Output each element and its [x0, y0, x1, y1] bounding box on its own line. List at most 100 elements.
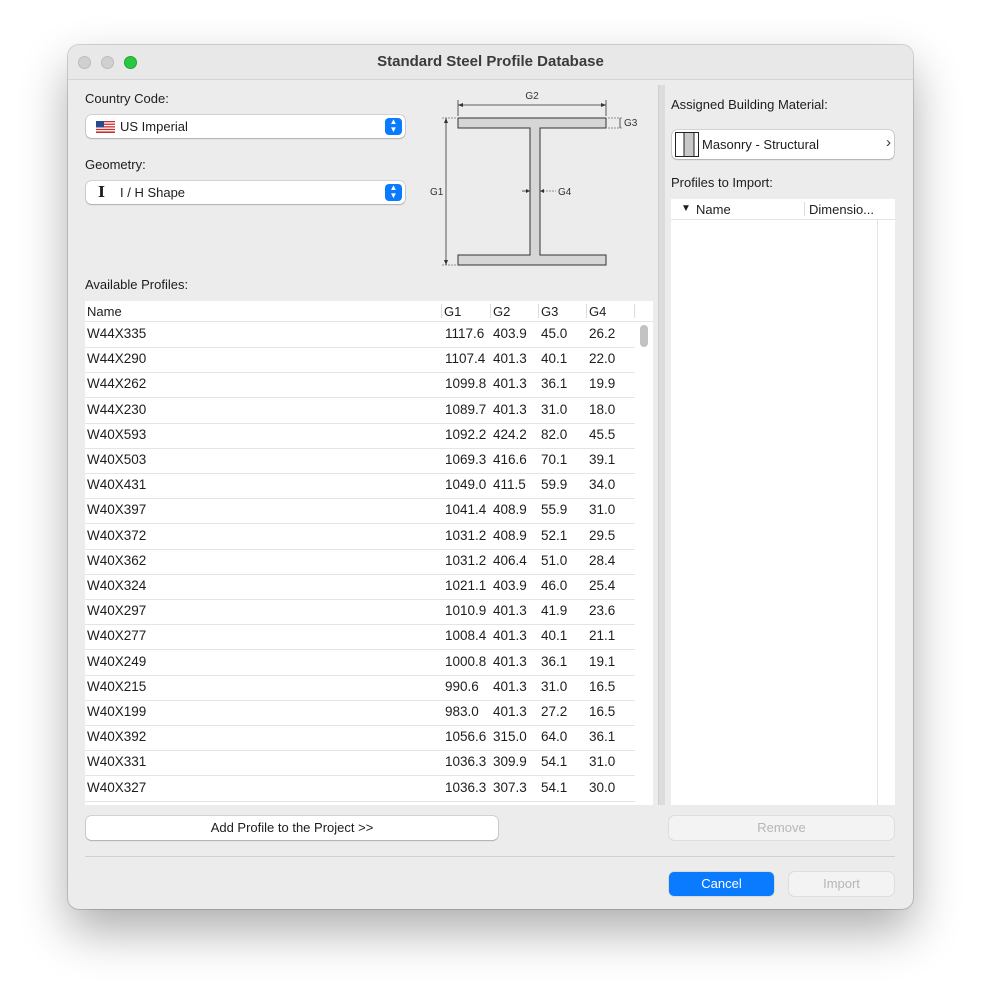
profile-name-cell: W44X262: [87, 376, 147, 392]
profile-g2-cell: 315.0: [493, 729, 527, 745]
profile-name-cell: W40X327: [87, 779, 147, 795]
column-header-g2[interactable]: G2: [493, 304, 510, 319]
profile-g3-cell: 70.1: [541, 452, 568, 467]
profile-g4-cell: 39.1: [589, 452, 616, 467]
table-row[interactable]: W40X431 1049.0 411.5 59.9 34.0: [85, 473, 635, 500]
profile-g2-cell: 401.3: [493, 603, 527, 619]
profile-name-cell: W44X335: [87, 326, 147, 341]
profile-g4-cell: 30.0: [589, 779, 616, 795]
table-row[interactable]: W40X392 1056.6 315.0 64.0 36.1: [85, 725, 635, 752]
import-table-edge: [877, 220, 878, 805]
add-profile-button[interactable]: Add Profile to the Project >>: [86, 816, 498, 840]
profile-name-cell: W40X593: [87, 426, 147, 442]
profile-g3-cell: 31.0: [541, 678, 568, 694]
profile-g4-cell: 19.9: [589, 376, 616, 392]
profile-name-cell: W40X249: [87, 653, 147, 669]
profile-g1-cell: 1107.4: [445, 351, 486, 367]
profile-g1-cell: 1056.6: [445, 729, 487, 745]
column-separator: [804, 202, 805, 216]
table-row[interactable]: W40X277 1008.4 401.3 40.1 21.1: [85, 624, 635, 651]
import-column-header-dimension[interactable]: Dimensio...: [809, 202, 874, 217]
import-column-header-name[interactable]: Name: [696, 202, 731, 217]
import-table-header: ▼ Name Dimensio...: [671, 199, 895, 220]
profile-g1-cell: 1041.4: [445, 502, 487, 518]
import-button[interactable]: Import: [789, 872, 894, 896]
column-header-g3[interactable]: G3: [541, 304, 558, 319]
geometry-popup[interactable]: I I / H Shape ▲ ▼: [86, 181, 405, 204]
building-material-picker[interactable]: Masonry - Structural ›: [672, 130, 894, 159]
country-code-value: US Imperial: [120, 119, 188, 134]
profile-g1-cell: 1117.6: [445, 326, 485, 341]
profile-g3-cell: 27.2: [541, 704, 568, 719]
table-row[interactable]: W40X324 1021.1 403.9 46.0 25.4: [85, 574, 635, 600]
profile-g2-cell: 408.9: [493, 527, 527, 543]
table-row[interactable]: W40X249 1000.8 401.3 36.1 19.1: [85, 650, 635, 676]
profile-name-cell: W40X277: [87, 628, 147, 644]
column-separator: [634, 304, 635, 318]
g1-label: G1: [430, 187, 444, 198]
profile-g1-cell: 1049.0: [445, 477, 487, 493]
profile-g4-cell: 22.0: [589, 351, 616, 367]
profile-g3-cell: 41.9: [541, 603, 568, 619]
profile-g2-cell: 401.3: [493, 401, 527, 417]
profile-g4-cell: 16.5: [589, 678, 616, 694]
profile-g1-cell: 990.6: [445, 678, 479, 694]
title-bar: Standard Steel Profile Database: [68, 45, 913, 80]
column-separator: [490, 304, 491, 318]
profile-g3-cell: 59.9: [541, 477, 568, 493]
table-scrollbar-thumb[interactable]: [640, 325, 648, 347]
material-swatch-icon: [675, 132, 699, 157]
us-flag-icon: [96, 121, 115, 133]
table-row[interactable]: W40X397 1041.4 408.9 55.9 31.0: [85, 498, 635, 525]
table-row[interactable]: W40X503 1069.3 416.6 70.1 39.1: [85, 448, 635, 474]
profile-g2-cell: 411.5: [493, 477, 526, 493]
profile-g4-cell: 34.0: [589, 477, 616, 493]
profile-g2-cell: 406.4: [493, 552, 527, 568]
profile-name-cell: W40X431: [87, 477, 147, 493]
country-code-label: Country Code:: [85, 91, 169, 106]
column-header-name[interactable]: Name: [87, 304, 122, 319]
table-row[interactable]: W40X327 1036.3 307.3 54.1 30.0: [85, 776, 635, 802]
cancel-button[interactable]: Cancel: [669, 872, 774, 896]
profile-g1-cell: 1036.3: [445, 779, 487, 795]
profile-name-cell: W40X215: [87, 678, 147, 694]
i-beam-diagram: G2 G3 G1 G4: [430, 91, 638, 266]
table-row[interactable]: W44X335 1117.6 403.9 45.0 26.2: [85, 322, 635, 348]
table-row[interactable]: W40X372 1031.2 408.9 52.1 29.5: [85, 524, 635, 550]
profile-g2-cell: 424.2: [493, 426, 527, 442]
profile-g1-cell: 1099.8: [445, 376, 487, 392]
table-row[interactable]: W40X297 1010.9 401.3 41.9 23.6: [85, 599, 635, 626]
profile-g2-cell: 401.3: [493, 653, 527, 669]
column-separator: [538, 304, 539, 318]
profile-g1-cell: 1089.7: [445, 401, 487, 417]
profile-g2-cell: 401.3: [493, 351, 527, 367]
profile-name-cell: W40X199: [87, 704, 147, 719]
pane-splitter[interactable]: [658, 85, 665, 805]
table-row[interactable]: W40X593 1092.2 424.2 82.0 45.5: [85, 423, 635, 449]
table-row[interactable]: W40X215 990.6 401.3 31.0 16.5: [85, 675, 635, 701]
profile-g2-cell: 408.9: [493, 502, 527, 518]
column-header-g1[interactable]: G1: [444, 304, 461, 319]
profile-name-cell: W40X397: [87, 502, 147, 518]
profiles-to-import-table[interactable]: ▼ Name Dimensio...: [671, 199, 895, 805]
table-row[interactable]: W40X199 983.0 401.3 27.2 16.5: [85, 700, 635, 726]
dialog-window: Standard Steel Profile Database Country …: [68, 45, 913, 909]
table-row[interactable]: W44X230 1089.7 401.3 31.0 18.0: [85, 398, 635, 424]
profile-name-cell: W44X290: [87, 351, 147, 367]
profile-g3-cell: 82.0: [541, 426, 568, 442]
profile-g4-cell: 21.1: [589, 628, 616, 644]
column-separator: [586, 304, 587, 318]
column-header-g4[interactable]: G4: [589, 304, 606, 319]
available-profiles-table[interactable]: Name G1 G2 G3 G4 W44X335 1117.6 403.9 45.0 2…: [85, 301, 653, 805]
remove-button[interactable]: Remove: [669, 816, 894, 840]
profile-g3-cell: 45.0: [541, 326, 568, 341]
table-row[interactable]: W40X331 1036.3 309.9 54.1 31.0: [85, 750, 635, 777]
country-code-popup[interactable]: US Imperial ▲ ▼: [86, 115, 405, 138]
profile-g4-cell: 26.2: [589, 326, 616, 341]
table-row[interactable]: W40X362 1031.2 406.4 51.0 28.4: [85, 549, 635, 575]
table-row[interactable]: W44X290 1107.4 401.3 40.1 22.0: [85, 347, 635, 374]
profile-g3-cell: 52.1: [541, 527, 568, 543]
popup-stepper-icon: ▲ ▼: [385, 184, 402, 201]
profile-g3-cell: 36.1: [541, 376, 568, 392]
table-row[interactable]: W44X262 1099.8 401.3 36.1 19.9: [85, 372, 635, 399]
